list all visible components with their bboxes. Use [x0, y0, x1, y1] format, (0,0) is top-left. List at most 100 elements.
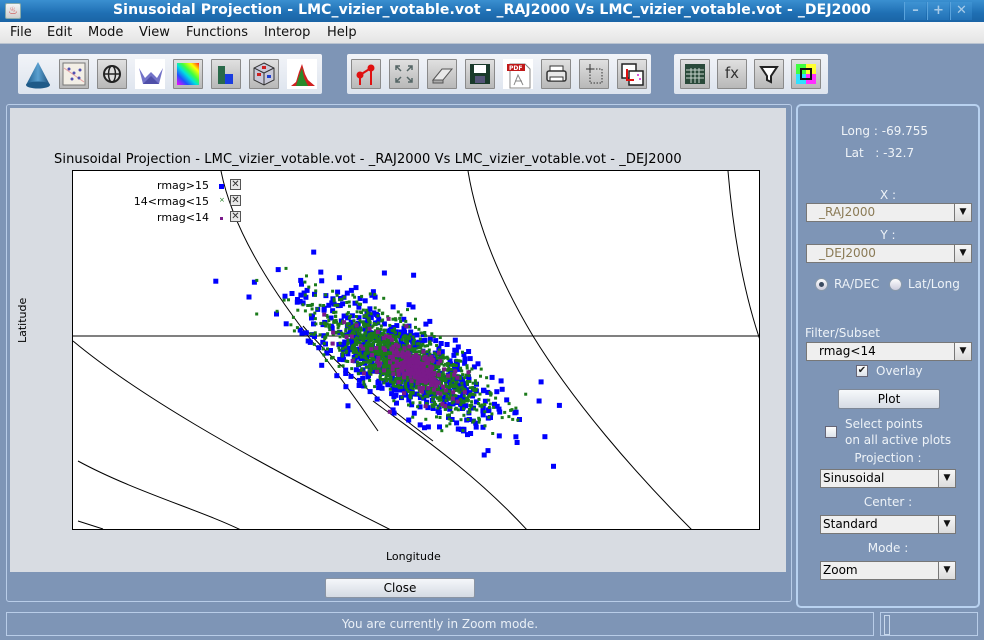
cube-3d-icon[interactable] — [249, 59, 279, 89]
point-rmag-14-15 — [289, 323, 293, 327]
surface-plot-icon[interactable] — [135, 59, 165, 89]
point-rmag-14-15 — [503, 410, 507, 414]
menu-edit[interactable]: Edit — [47, 25, 72, 40]
point-rmag-lt-14 — [396, 368, 401, 373]
menu-file[interactable]: File — [10, 25, 32, 40]
3d-cone-icon[interactable] — [22, 59, 52, 89]
select-region-icon[interactable] — [579, 59, 609, 89]
point-rmag-14-15 — [335, 293, 339, 297]
menu-view[interactable]: View — [139, 25, 170, 40]
function-icon[interactable]: fx — [717, 59, 747, 89]
point-rmag-14-15 — [357, 327, 361, 331]
point-rmag-14-15 — [413, 347, 417, 351]
point-rmag-14-15 — [310, 307, 314, 311]
point-rmag-14-15 — [507, 415, 511, 419]
point-rmag-14-15 — [369, 360, 373, 364]
y-column-select[interactable]: _DEJ2000 ▼ — [806, 244, 972, 263]
filter-subset-select[interactable]: rmag<14 ▼ — [806, 342, 972, 361]
menu-help[interactable]: Help — [327, 25, 357, 40]
overlay-label[interactable]: Overlay — [876, 364, 923, 378]
projection-select[interactable]: Sinusoidal ▼ — [820, 469, 956, 488]
save-icon[interactable] — [465, 59, 495, 89]
center-select[interactable]: Standard ▼ — [820, 515, 956, 534]
radio-lat-long-label[interactable]: Lat/Long — [908, 277, 960, 291]
maximize-button[interactable]: + — [927, 2, 949, 20]
menu-mode[interactable]: Mode — [88, 25, 123, 40]
legend-toggle-checkbox[interactable]: ✕ — [230, 179, 241, 190]
point-rmag-14-15 — [418, 401, 422, 405]
histogram-icon[interactable] — [211, 59, 241, 89]
zoom-fit-icon[interactable] — [389, 59, 419, 89]
color-settings-icon[interactable] — [791, 59, 821, 89]
point-rmag-gt-15 — [311, 249, 317, 255]
chevron-down-icon[interactable]: ▼ — [954, 245, 971, 262]
point-rmag-gt-15 — [481, 452, 487, 458]
radio-ra-dec-label[interactable]: RA/DEC — [834, 277, 879, 291]
eraser-icon[interactable] — [427, 59, 457, 89]
point-rmag-14-15 — [327, 319, 331, 323]
point-rmag-gt-15 — [417, 422, 423, 428]
table-view-icon[interactable] — [680, 59, 710, 89]
legend-item-rmag-lt-14: rmag<14 ✕ — [73, 211, 241, 225]
legend-marker-cross-green: × — [219, 196, 225, 204]
point-rmag-14-15 — [326, 347, 329, 351]
point-rmag-14-15 — [450, 383, 454, 387]
menu-functions[interactable]: Functions — [186, 25, 248, 40]
legend-item-rmag-14-15: 14<rmag<15 × ✕ — [73, 195, 241, 209]
chevron-down-icon[interactable]: ▼ — [938, 470, 955, 487]
point-rmag-14-15 — [379, 370, 383, 374]
legend-label: rmag<14 — [157, 211, 209, 224]
point-rmag-lt-14 — [409, 379, 414, 384]
chevron-down-icon[interactable]: ▼ — [938, 562, 955, 579]
point-rmag-14-15 — [442, 363, 446, 367]
point-rmag-14-15 — [352, 319, 356, 323]
point-rmag-14-15 — [507, 402, 511, 406]
action-toolbar: PDF — [347, 54, 651, 94]
point-rmag-14-15 — [377, 308, 381, 312]
point-rmag-gt-15 — [348, 373, 354, 379]
select-points-checkbox[interactable] — [825, 426, 837, 438]
point-rmag-14-15 — [383, 360, 387, 364]
overlay-checkbox[interactable]: ✔ — [856, 365, 868, 377]
point-rmag-14-15 — [461, 350, 464, 354]
sky-projection-icon[interactable] — [97, 59, 127, 89]
point-rmag-gt-15 — [536, 398, 542, 404]
chevron-down-icon[interactable]: ▼ — [938, 516, 955, 533]
close-button[interactable]: Close — [325, 578, 475, 598]
minimize-button[interactable]: – — [904, 2, 926, 20]
point-rmag-gt-15 — [425, 424, 431, 430]
overlay-points-icon[interactable] — [351, 59, 381, 89]
select-points-label[interactable]: Select points on all active plots — [845, 416, 951, 448]
radio-ra-dec[interactable] — [815, 278, 828, 291]
mode-select[interactable]: Zoom ▼ — [820, 561, 956, 580]
close-window-button[interactable]: ✕ — [950, 2, 972, 20]
density-map-icon[interactable] — [173, 59, 203, 89]
menu-interop[interactable]: Interop — [264, 25, 310, 40]
point-rmag-gt-15 — [451, 352, 457, 358]
chevron-down-icon[interactable]: ▼ — [954, 204, 971, 221]
point-rmag-lt-14 — [450, 396, 455, 401]
point-rmag-14-15 — [479, 367, 483, 371]
point-rmag-14-15 — [341, 351, 345, 355]
legend-toggle-checkbox[interactable]: ✕ — [230, 195, 241, 206]
plot-button[interactable]: Plot — [838, 389, 940, 409]
multi-histogram-icon[interactable] — [287, 59, 317, 89]
chevron-down-icon[interactable]: ▼ — [954, 343, 971, 360]
point-rmag-14-15 — [400, 385, 404, 389]
legend-toggle-checkbox[interactable]: ✕ — [230, 211, 241, 222]
point-rmag-14-15 — [400, 338, 404, 342]
x-column-select[interactable]: _RAJ2000 ▼ — [806, 203, 972, 222]
filter-icon[interactable] — [754, 59, 784, 89]
filter-subset-label: Filter/Subset — [805, 326, 880, 340]
print-icon[interactable] — [541, 59, 571, 89]
plot-canvas[interactable]: rmag>15 ✕ 14<rmag<15 × ✕ rmag<14 ✕ — [72, 170, 760, 530]
copy-plot-icon[interactable] — [617, 59, 647, 89]
point-rmag-14-15 — [455, 388, 459, 392]
pdf-export-icon[interactable]: PDF — [503, 59, 533, 89]
point-rmag-14-15 — [500, 416, 504, 420]
scatter-plot-icon[interactable] — [59, 59, 89, 89]
radio-lat-long[interactable] — [889, 278, 902, 291]
point-rmag-gt-15 — [551, 463, 556, 469]
point-rmag-gt-15 — [513, 409, 519, 415]
point-rmag-14-15 — [378, 334, 382, 338]
